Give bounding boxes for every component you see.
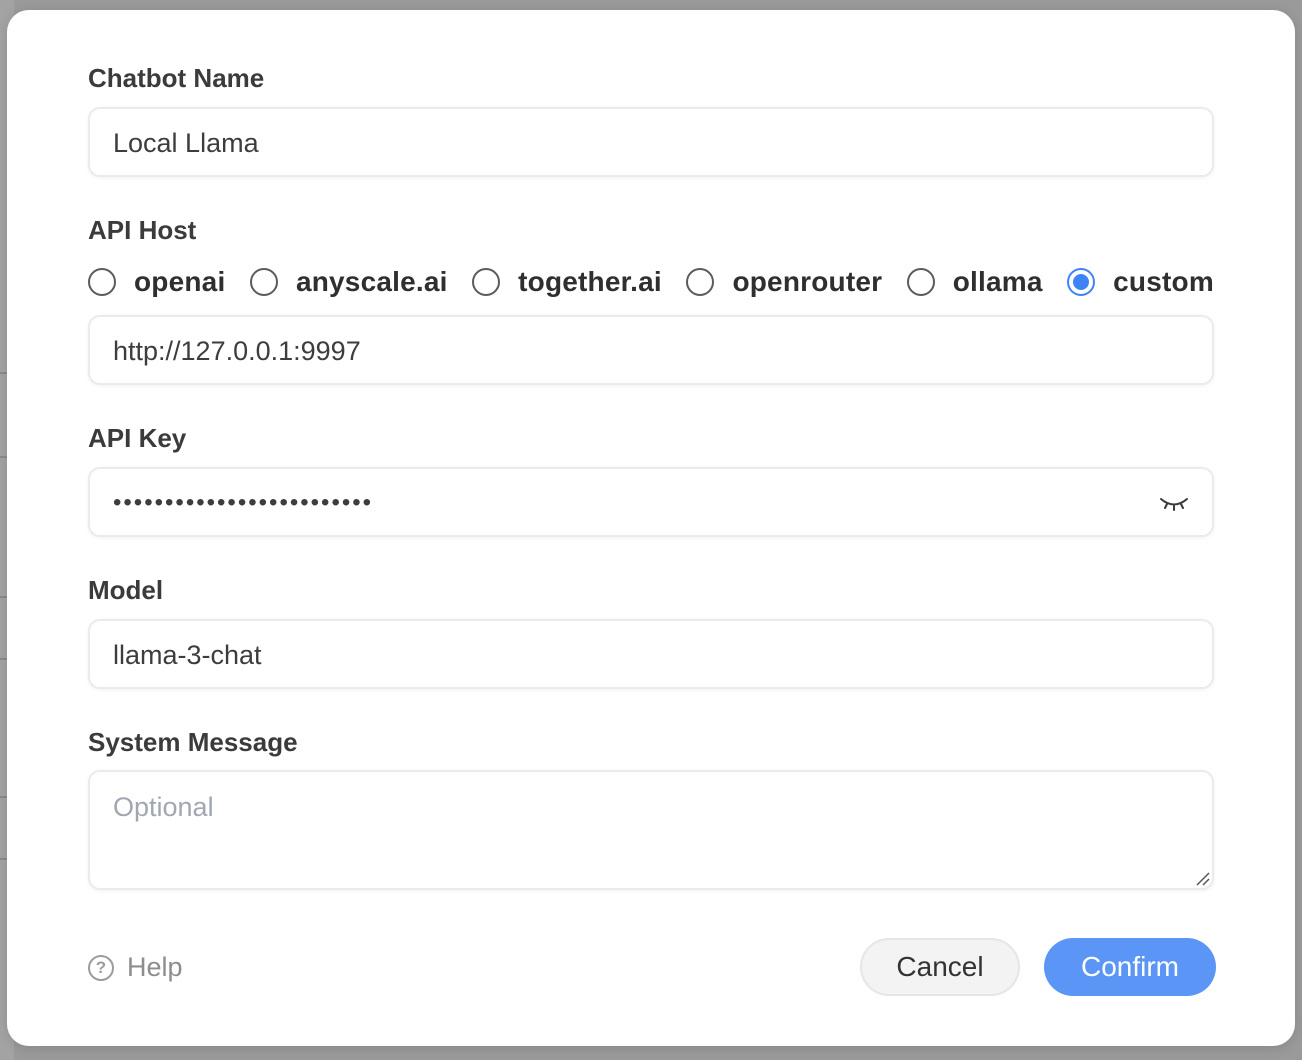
confirm-button[interactable]: Confirm: [1044, 938, 1216, 996]
chatbot-name-value: Local Llama: [113, 128, 259, 158]
radio-label: openai: [134, 266, 226, 297]
radio-label: openrouter: [732, 266, 883, 297]
eye-closed-icon[interactable]: [1158, 493, 1190, 513]
radio-label: anyscale.ai: [295, 266, 448, 297]
radio-anyscale[interactable]: anyscale.ai: [249, 266, 448, 298]
question-circle-icon: ?: [88, 954, 114, 981]
radio-openai[interactable]: openai: [88, 266, 225, 298]
system-message-placeholder: Optional: [113, 792, 214, 822]
system-message-textarea[interactable]: Optional: [88, 770, 1214, 890]
radio-openrouter[interactable]: openrouter: [686, 266, 882, 298]
cancel-button[interactable]: Cancel: [860, 938, 1020, 996]
resize-handle-icon[interactable]: [1194, 870, 1210, 886]
chatbot-name-input[interactable]: Local Llama: [88, 107, 1214, 177]
api-key-label: API Key: [88, 423, 187, 453]
radio-circle[interactable]: [88, 268, 116, 296]
chatbot-settings-dialog: Chatbot Name Local Llama API Host openai…: [7, 10, 1295, 1046]
api-host-input[interactable]: http://127.0.0.1:9997: [88, 315, 1214, 385]
api-key-input[interactable]: •••••••••••••••••••••••••: [88, 467, 1214, 537]
radio-circle[interactable]: [249, 268, 278, 296]
radio-together[interactable]: together.ai: [472, 266, 662, 298]
help-label: Help: [127, 952, 183, 982]
model-label: Model: [88, 575, 164, 605]
model-value: llama-3-chat: [113, 640, 262, 670]
radio-label: custom: [1113, 266, 1214, 297]
radio-label: ollama: [952, 266, 1043, 297]
radio-circle[interactable]: [472, 268, 501, 296]
api-host-value: http://127.0.0.1:9997: [113, 336, 361, 366]
radio-label: together.ai: [518, 266, 662, 297]
model-input[interactable]: llama-3-chat: [88, 619, 1214, 689]
api-host-radio-group: openai anyscale.ai together.ai openroute…: [88, 264, 1214, 300]
api-host-label: API Host: [88, 215, 197, 245]
radio-custom[interactable]: custom: [1067, 266, 1214, 298]
radio-circle[interactable]: [906, 268, 935, 296]
system-message-label: System Message: [88, 727, 298, 757]
help-link[interactable]: ? Help: [88, 952, 183, 983]
radio-circle[interactable]: [686, 268, 715, 296]
radio-ollama[interactable]: ollama: [906, 266, 1043, 298]
api-key-value: •••••••••••••••••••••••••: [113, 489, 374, 516]
chatbot-name-label: Chatbot Name: [88, 63, 265, 93]
radio-circle-selected[interactable]: [1067, 268, 1096, 296]
